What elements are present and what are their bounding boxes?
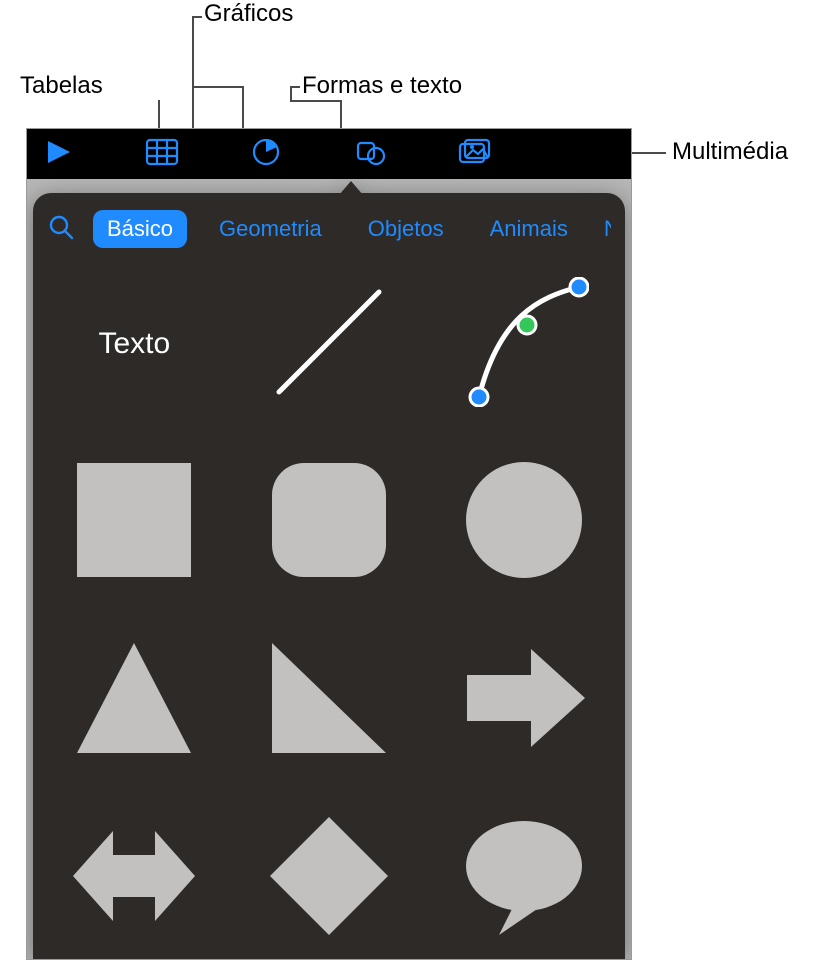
pie-chart-icon [248, 137, 284, 172]
category-row: Básico Geometria Objetos Animais N [47, 207, 611, 251]
speech-bubble-icon [459, 811, 589, 946]
shapes-button[interactable] [349, 136, 391, 172]
tables-button[interactable] [141, 136, 183, 172]
category-tab-basic[interactable]: Básico [93, 210, 187, 248]
callout-tables-label: Tabelas [20, 72, 103, 100]
leader-line [192, 16, 202, 18]
photo-icon [456, 137, 492, 172]
triangle-shape[interactable] [54, 625, 214, 775]
diamond-shape[interactable] [249, 803, 409, 953]
diamond-icon [264, 811, 394, 946]
circle-icon [459, 455, 589, 590]
right-triangle-icon [264, 633, 394, 768]
callout-media-label: Multimédia [672, 138, 788, 166]
triangle-icon [69, 633, 199, 768]
line-tool[interactable] [249, 269, 409, 419]
media-button[interactable] [453, 136, 495, 172]
category-tab-more[interactable]: N [600, 210, 611, 248]
shapes-grid: Texto [47, 269, 611, 959]
category-tab-geometry[interactable]: Geometria [205, 210, 336, 248]
circle-shape[interactable] [444, 447, 604, 597]
play-icon [40, 137, 76, 172]
curve-icon [459, 277, 589, 412]
rounded-square-shape[interactable] [249, 447, 409, 597]
callout-charts-label: Gráficos [204, 0, 293, 28]
arrow-right-shape[interactable] [444, 625, 604, 775]
category-tab-objects[interactable]: Objetos [354, 210, 458, 248]
leader-line [192, 86, 244, 88]
category-tab-animais[interactable]: Animais [476, 210, 582, 248]
line-icon [264, 277, 394, 412]
arrow-bi-shape[interactable] [54, 803, 214, 953]
leader-line [290, 100, 342, 102]
curve-tool[interactable] [444, 269, 604, 419]
app-screen: Básico Geometria Objetos Animais N Texto [26, 128, 632, 960]
right-triangle-shape[interactable] [249, 625, 409, 775]
text-tool[interactable]: Texto [54, 269, 214, 419]
charts-button[interactable] [245, 136, 287, 172]
square-icon [69, 455, 199, 590]
shapes-search-button[interactable] [47, 215, 75, 243]
leader-line [290, 86, 300, 88]
speech-bubble-shape[interactable] [444, 803, 604, 953]
square-shape[interactable] [54, 447, 214, 597]
toolbar [27, 129, 631, 179]
shapes-popover: Básico Geometria Objetos Animais N Texto [33, 185, 625, 959]
popover-body: Básico Geometria Objetos Animais N Texto [33, 193, 625, 959]
search-icon [48, 214, 74, 245]
arrow-right-icon [459, 633, 589, 768]
callout-shapes-label: Formas e texto [302, 72, 462, 100]
play-button[interactable] [37, 136, 79, 172]
text-tool-label: Texto [98, 327, 170, 361]
arrow-bi-icon [69, 811, 199, 946]
table-icon [144, 137, 180, 172]
rounded-square-icon [264, 455, 394, 590]
shapes-icon [352, 137, 388, 172]
